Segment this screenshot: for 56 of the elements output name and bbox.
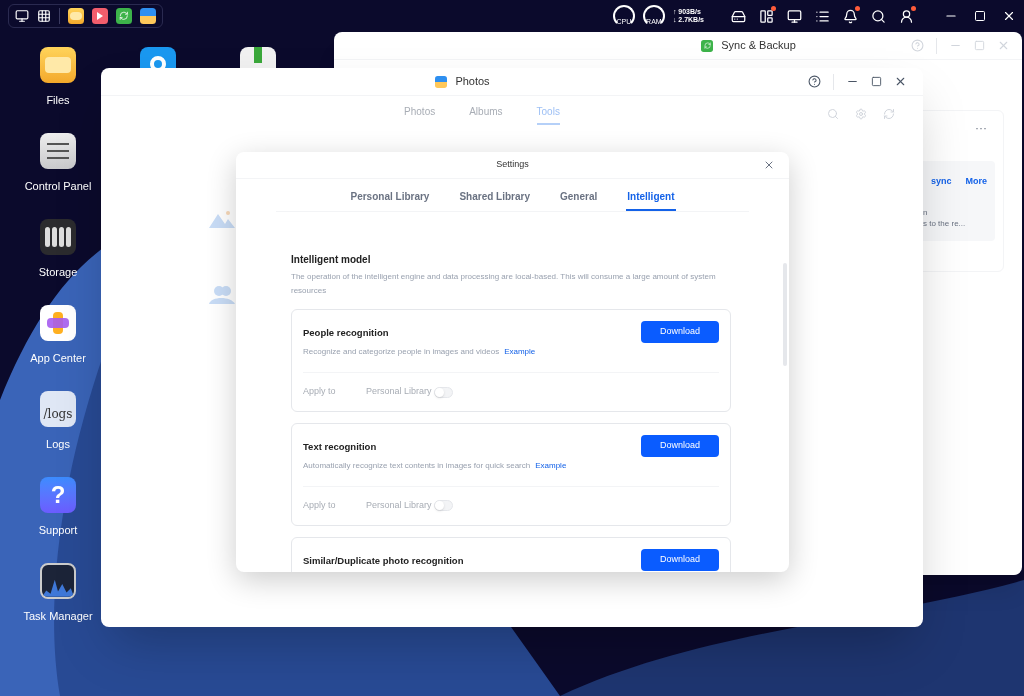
download-button[interactable]: Download xyxy=(641,548,719,571)
apps-grid-icon[interactable] xyxy=(37,9,51,23)
folder-icon[interactable] xyxy=(40,47,76,83)
photo-app-icon[interactable] xyxy=(140,8,156,24)
desktop-icon-label[interactable]: Storage xyxy=(38,264,78,281)
desktop-icon-label[interactable]: Task Manager xyxy=(23,608,93,625)
tab[interactable]: Personal Library xyxy=(349,189,431,211)
photo-app-icon[interactable] xyxy=(435,75,448,88)
dialog-title: Settings xyxy=(496,158,529,172)
feature-description: Recognize and categorize people in images and videos xyxy=(303,346,500,359)
example-link[interactable]: Example xyxy=(504,346,536,359)
desktop-icon[interactable] xyxy=(15,9,29,23)
window-title: Sync & Backup xyxy=(721,38,796,54)
feature-title: People recognition xyxy=(303,326,390,340)
link[interactable]: sync xyxy=(930,175,952,189)
example-link[interactable]: Example xyxy=(535,460,567,472)
more-menu[interactable]: ··· xyxy=(975,119,987,137)
desktop-icon-label[interactable]: Files xyxy=(46,92,70,109)
section-title: Intelligent model xyxy=(291,253,372,267)
apply-to-label: Apply to xyxy=(303,385,337,399)
download-app-icon[interactable] xyxy=(240,47,276,68)
window-title: Photos xyxy=(455,74,490,90)
close-icon[interactable] xyxy=(1002,9,1016,23)
desktop-icon-label[interactable]: Logs xyxy=(46,436,70,453)
feature-title: Similar/Duplicate photo recognition xyxy=(303,553,465,568)
help-icon[interactable] xyxy=(808,75,821,88)
tab[interactable]: General xyxy=(559,189,599,211)
sync-icon[interactable] xyxy=(116,8,132,24)
library-label: Personal Library xyxy=(366,499,432,512)
logs-icon[interactable]: /logs xyxy=(40,391,76,427)
people-icon xyxy=(209,286,235,304)
library-label: Personal Library xyxy=(366,385,432,399)
help-icon[interactable]: ? xyxy=(40,477,76,513)
tab[interactable]: Shared Library xyxy=(458,189,531,211)
desktop-icon-label[interactable]: Control Panel xyxy=(24,178,92,195)
desktop-icon-label[interactable]: Support xyxy=(38,522,78,539)
download-button[interactable]: Download xyxy=(641,434,719,457)
tab[interactable]: Intelligent xyxy=(626,189,676,211)
drive-bays-icon[interactable] xyxy=(40,219,76,255)
feature-title: Text recognition xyxy=(303,439,378,454)
link[interactable]: More xyxy=(965,175,987,189)
app-center-icon[interactable] xyxy=(40,305,76,341)
toggle-switch[interactable] xyxy=(433,386,453,398)
toggle-switch[interactable] xyxy=(433,500,453,512)
mountain-icon xyxy=(209,210,235,228)
download-button[interactable]: Download xyxy=(641,321,719,343)
section-description: The operation of the intelligent engine and data processing are local-based. This will consume a large amount of system resources xyxy=(291,271,717,297)
feature-description: Automatically recognize text contents in images for quick search xyxy=(303,460,531,472)
partial-text: s to the re... xyxy=(923,217,966,229)
clapper-icon[interactable] xyxy=(92,8,108,24)
partial-text: n xyxy=(923,206,928,218)
search-app-icon[interactable] xyxy=(140,47,176,68)
apply-to-label: Apply to xyxy=(303,499,337,512)
chart-icon[interactable] xyxy=(40,563,76,599)
desktop-icon-label[interactable]: App Center xyxy=(30,350,86,367)
close-icon[interactable] xyxy=(894,75,907,88)
